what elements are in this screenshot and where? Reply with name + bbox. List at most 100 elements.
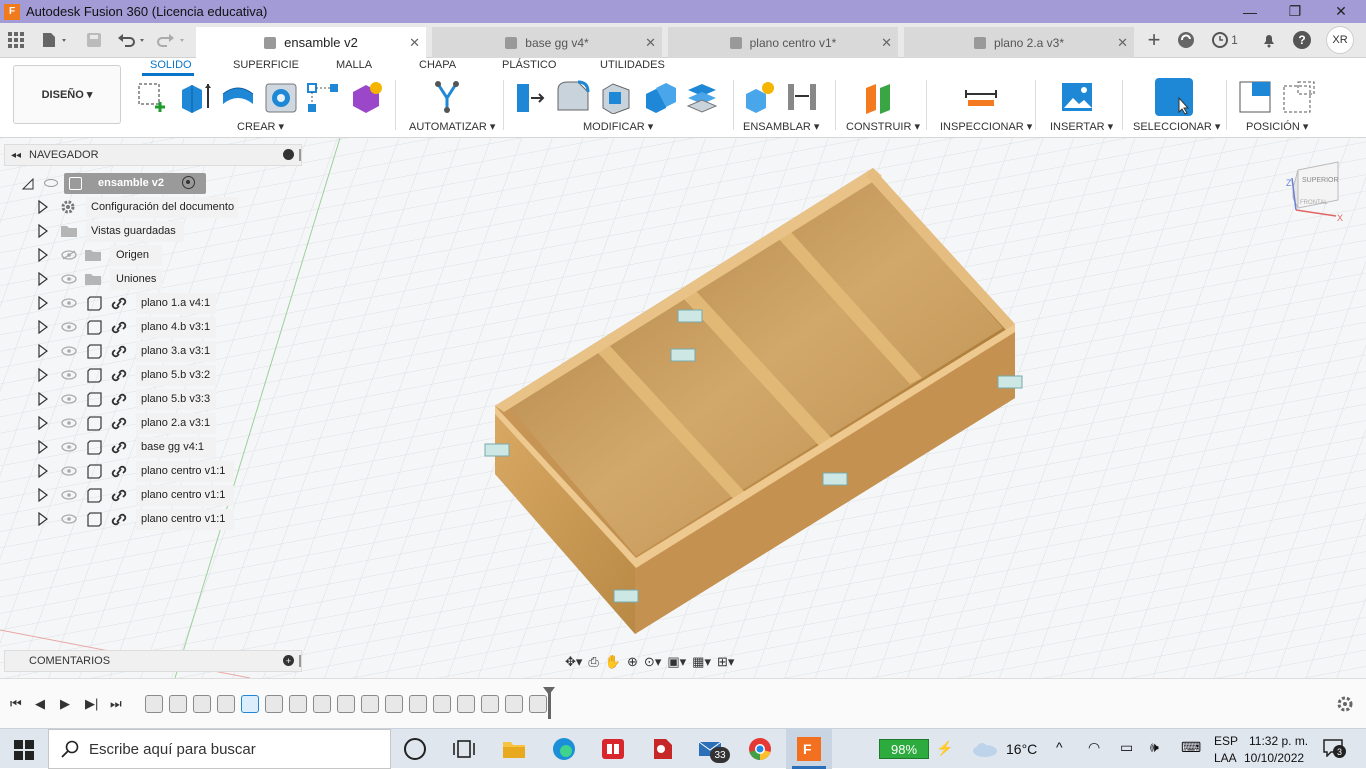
group-construir[interactable]: CONSTRUIR ▾ [846, 120, 920, 133]
close-tab-icon[interactable]: ✕ [409, 35, 420, 51]
expand-triangle-icon[interactable] [38, 320, 48, 334]
save-icon[interactable] [82, 29, 106, 51]
expand-triangle-icon[interactable] [38, 440, 48, 454]
windows-start-icon[interactable] [14, 740, 34, 760]
fillet-icon[interactable] [556, 80, 590, 114]
align-icon[interactable] [685, 80, 719, 114]
keyboard-icon[interactable]: ⌨ [1181, 739, 1201, 756]
new-component-icon[interactable] [742, 80, 776, 114]
language-top[interactable]: ESP [1214, 734, 1238, 748]
joint-marker[interactable] [670, 348, 696, 362]
pan-hand-icon[interactable]: ✋ [605, 654, 621, 670]
tree-component-row[interactable]: plano 2.a v3:1 [4, 412, 302, 434]
tab-plastico[interactable]: PLÁSTICO [502, 59, 556, 71]
file-menu-icon[interactable] [38, 29, 72, 51]
tree-component-row[interactable]: plano 5.b v3:3 [4, 388, 302, 410]
redo-icon[interactable] [156, 29, 188, 51]
user-avatar[interactable]: XR [1326, 26, 1354, 54]
expand-triangle-icon[interactable] [38, 296, 48, 310]
position-capture-icon[interactable] [1238, 80, 1272, 114]
visibility-eye-icon[interactable] [61, 466, 77, 476]
tab-utilidades[interactable]: UTILIDADES [600, 59, 665, 71]
go-to-end-icon[interactable]: ⏭ [110, 696, 122, 712]
visibility-eye-icon[interactable] [61, 442, 77, 452]
tab-superficie[interactable]: SUPERFICIE [233, 59, 299, 71]
visibility-eye-icon[interactable] [61, 418, 77, 428]
timeline-joint-feature[interactable] [289, 695, 307, 713]
panel-grip-icon[interactable] [299, 655, 301, 667]
display-settings-icon[interactable]: ▣▾ [667, 654, 686, 670]
step-back-icon[interactable]: ◀ [35, 696, 45, 712]
go-to-start-icon[interactable]: ⏮ [10, 696, 22, 712]
timeline-joint-feature[interactable] [529, 695, 547, 713]
tree-folder-row[interactable]: Configuración del documento [4, 196, 302, 218]
expand-triangle-icon[interactable] [38, 416, 48, 430]
fit-zoom-icon[interactable]: ⊙▾ [644, 654, 661, 670]
group-insertar[interactable]: INSERTAR ▾ [1050, 120, 1113, 133]
tree-component-row[interactable]: plano centro v1:1 [4, 508, 302, 530]
minimize-panel-icon[interactable] [283, 149, 294, 160]
expand-triangle-icon[interactable] [38, 272, 48, 286]
extensions-icon[interactable] [1174, 29, 1198, 51]
plug-icon[interactable]: ⚡ [936, 740, 953, 757]
timeline-joint-feature[interactable] [145, 695, 163, 713]
zoom-icon[interactable]: ⊕ [627, 654, 638, 670]
expand-triangle-icon[interactable] [38, 392, 48, 406]
timeline-joint-feature[interactable] [265, 695, 283, 713]
volume-icon[interactable]: 🕪 [1150, 739, 1159, 756]
expand-triangle-icon[interactable] [38, 464, 48, 478]
temperature[interactable]: 16°C [1006, 741, 1037, 757]
grid-settings-icon[interactable]: ▦▾ [692, 654, 711, 670]
edge-browser-icon[interactable] [552, 737, 576, 761]
look-at-icon[interactable]: ⎙ [588, 654, 598, 670]
group-automatizar[interactable]: AUTOMATIZAR ▾ [409, 120, 495, 133]
visibility-eye-icon[interactable] [61, 346, 77, 356]
expand-triangle-icon[interactable] [38, 344, 48, 358]
measure-icon[interactable] [964, 80, 998, 114]
new-tab-plus-icon[interactable]: + [1142, 27, 1166, 52]
press-pull-icon[interactable] [513, 80, 547, 114]
chrome-icon[interactable] [748, 737, 772, 761]
group-ensamblar[interactable]: ENSAMBLAR ▾ [743, 120, 819, 133]
expand-triangle-icon[interactable] [38, 248, 48, 262]
visibility-eye-icon[interactable] [61, 322, 77, 332]
tab-solido[interactable]: SOLIDO [150, 59, 192, 71]
joint-icon[interactable] [785, 80, 819, 114]
tree-root-row[interactable]: ensamble v2 [4, 172, 302, 194]
joint-marker[interactable] [677, 309, 703, 323]
job-status-icon[interactable]: 1 [1210, 29, 1240, 51]
close-button[interactable]: ✕ [1318, 0, 1364, 23]
automate-icon[interactable] [430, 80, 464, 114]
tree-component-row[interactable]: plano 4.b v3:1 [4, 316, 302, 338]
joint-marker[interactable] [484, 443, 510, 457]
hole-icon[interactable] [264, 80, 298, 114]
group-posicion[interactable]: POSICIÓN ▾ [1246, 120, 1308, 133]
create-sketch-icon[interactable] [136, 80, 170, 114]
visibility-eye-icon[interactable] [61, 514, 77, 524]
weather-cloud-icon[interactable] [972, 741, 998, 757]
timeline-joint-feature[interactable] [385, 695, 403, 713]
position-revert-icon[interactable] [1282, 80, 1316, 114]
timeline-joint-feature[interactable] [433, 695, 451, 713]
timeline-joint-feature[interactable] [361, 695, 379, 713]
workspace-selector[interactable]: DISEÑO ▾ [13, 65, 121, 124]
collapse-panel-icon[interactable]: ◂◂ [11, 150, 21, 161]
show-hidden-icons-icon[interactable]: ^ [1056, 739, 1063, 755]
tree-folder-row[interactable]: Vistas guardadas [4, 220, 302, 242]
tab-ensamble-v2[interactable]: ensamble v2 ✕ [196, 27, 426, 58]
wifi-icon[interactable]: ◠ [1088, 739, 1100, 756]
tab-base-gg[interactable]: base gg v4* ✕ [432, 27, 662, 58]
timeline-joint-feature[interactable] [409, 695, 427, 713]
taskbar-search-box[interactable]: Escribe aquí para buscar [48, 729, 391, 769]
help-icon[interactable]: ? [1290, 29, 1314, 51]
offset-plane-icon[interactable] [862, 80, 896, 114]
panel-grip-icon[interactable] [299, 149, 301, 161]
visibility-eye-icon[interactable] [61, 370, 77, 380]
group-inspeccionar[interactable]: INSPECCIONAR ▾ [940, 120, 1032, 133]
expand-triangle-icon[interactable] [38, 488, 48, 502]
create-form-icon[interactable] [349, 80, 383, 114]
maximize-button[interactable]: ❐ [1272, 0, 1318, 23]
file-explorer-icon[interactable] [502, 737, 526, 761]
tab-plano-2a[interactable]: plano 2.a v3* ✕ [904, 27, 1134, 58]
timeline-joint-feature[interactable] [169, 695, 187, 713]
